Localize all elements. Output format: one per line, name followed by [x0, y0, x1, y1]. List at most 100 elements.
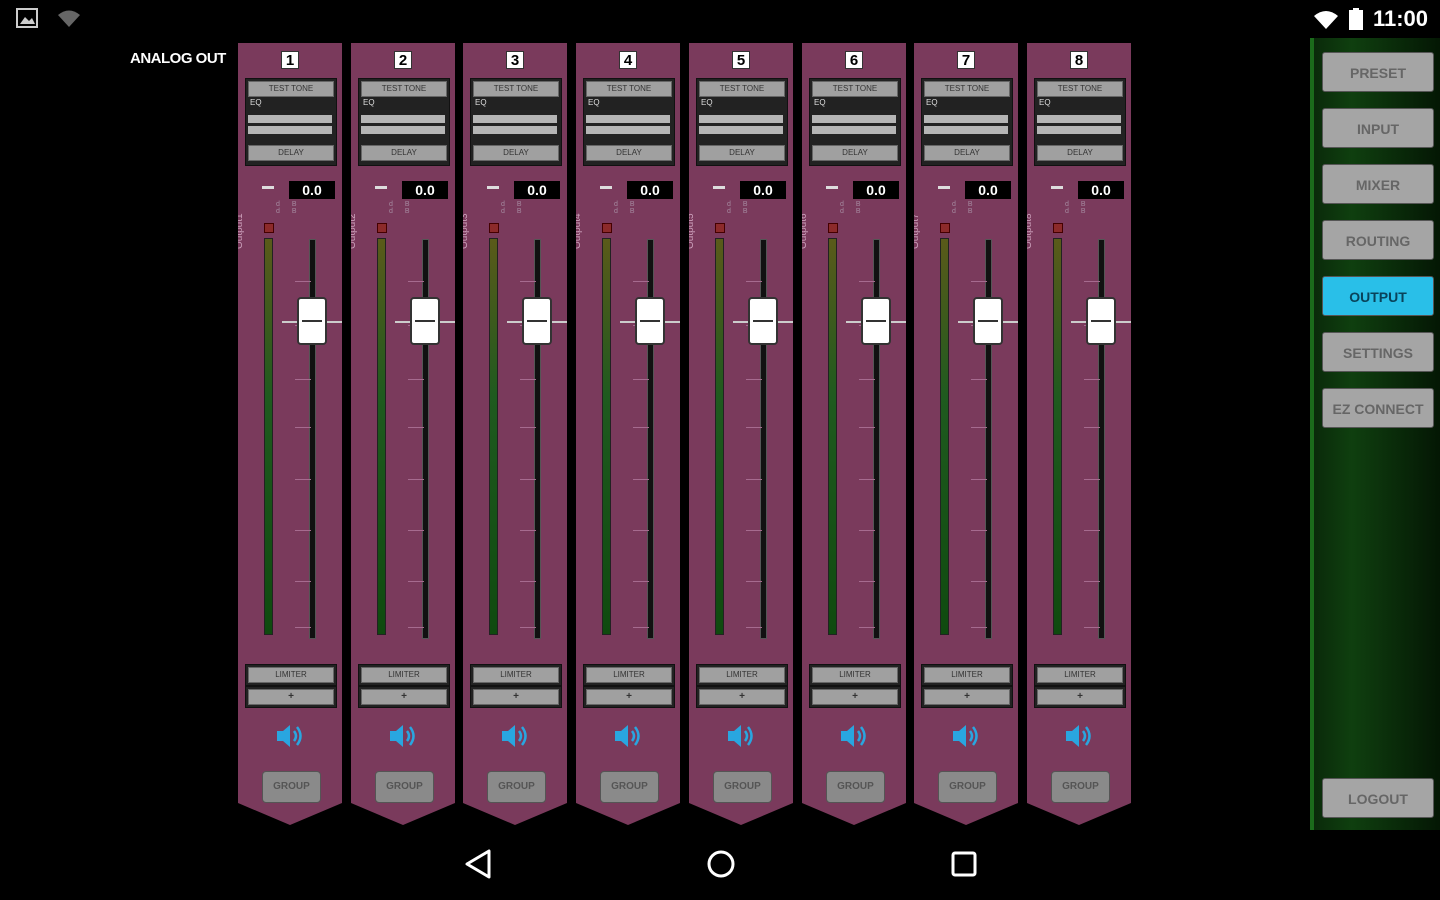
fader-tick — [408, 427, 424, 428]
nav-input-button[interactable]: INPUT — [1322, 108, 1434, 148]
speaker-icon[interactable] — [274, 721, 306, 751]
test-tone-button[interactable]: TEST TONE — [473, 81, 559, 97]
eq-bar[interactable] — [473, 115, 557, 123]
add-button[interactable]: + — [358, 686, 450, 708]
eq-bar[interactable] — [361, 115, 445, 123]
eq-bar[interactable] — [924, 126, 1008, 134]
group-button[interactable]: GROUP — [713, 771, 772, 803]
channel-number: 5 — [732, 51, 750, 69]
eq-bar[interactable] — [586, 126, 670, 134]
fader-knob[interactable] — [861, 297, 891, 345]
add-button[interactable]: + — [921, 686, 1013, 708]
add-button[interactable]: + — [1034, 686, 1126, 708]
limiter-button[interactable]: LIMITER — [1034, 664, 1126, 686]
group-button[interactable]: GROUP — [1051, 771, 1110, 803]
limiter-button[interactable]: LIMITER — [921, 664, 1013, 686]
limiter-button[interactable]: LIMITER — [358, 664, 450, 686]
delay-button[interactable]: DELAY — [248, 145, 334, 161]
system-nav-bar — [0, 830, 1440, 900]
delay-button[interactable]: DELAY — [473, 145, 559, 161]
eq-bar[interactable] — [586, 115, 670, 123]
nav-mixer-button[interactable]: MIXER — [1322, 164, 1434, 204]
test-tone-button[interactable]: TEST TONE — [924, 81, 1010, 97]
eq-bar[interactable] — [361, 126, 445, 134]
test-tone-button[interactable]: TEST TONE — [248, 81, 334, 97]
speaker-icon[interactable] — [1063, 721, 1095, 751]
limiter-button[interactable]: LIMITER — [470, 664, 562, 686]
eq-bar[interactable] — [248, 126, 332, 134]
add-button[interactable]: + — [470, 686, 562, 708]
db-value[interactable]: 0.0 — [740, 181, 786, 199]
eq-bar[interactable] — [473, 126, 557, 134]
group-button[interactable]: GROUP — [600, 771, 659, 803]
delay-button[interactable]: DELAY — [699, 145, 785, 161]
delay-button[interactable]: DELAY — [586, 145, 672, 161]
eq-bar[interactable] — [699, 126, 783, 134]
fader-tick — [971, 581, 987, 582]
group-button[interactable]: GROUP — [487, 771, 546, 803]
group-button[interactable]: GROUP — [938, 771, 997, 803]
fader-tick — [520, 281, 536, 282]
nav-preset-button[interactable]: PRESET — [1322, 52, 1434, 92]
speaker-icon[interactable] — [612, 721, 644, 751]
back-icon[interactable] — [464, 848, 492, 880]
test-tone-button[interactable]: TEST TONE — [1037, 81, 1123, 97]
limiter-button[interactable]: LIMITER — [245, 664, 337, 686]
eq-bar[interactable] — [812, 126, 896, 134]
add-button[interactable]: + — [583, 686, 675, 708]
test-tone-button[interactable]: TEST TONE — [361, 81, 447, 97]
speaker-icon[interactable] — [387, 721, 419, 751]
limiter-button[interactable]: LIMITER — [809, 664, 901, 686]
nav-ez-connect-button[interactable]: EZ CONNECT — [1322, 388, 1434, 428]
fader-knob[interactable] — [522, 297, 552, 345]
home-icon[interactable] — [706, 848, 736, 880]
output-label: Output7 — [910, 213, 921, 249]
nav-settings-button[interactable]: SETTINGS — [1322, 332, 1434, 372]
test-tone-button[interactable]: TEST TONE — [586, 81, 672, 97]
db-value[interactable]: 0.0 — [627, 181, 673, 199]
fader-knob[interactable] — [410, 297, 440, 345]
nav-output-button[interactable]: OUTPUT — [1322, 276, 1434, 316]
speaker-icon[interactable] — [725, 721, 757, 751]
eq-bar[interactable] — [1037, 126, 1121, 134]
logout-button[interactable]: LOGOUT — [1322, 778, 1434, 818]
fader-knob[interactable] — [748, 297, 778, 345]
group-button[interactable]: GROUP — [826, 771, 885, 803]
group-button[interactable]: GROUP — [375, 771, 434, 803]
db-value[interactable]: 0.0 — [853, 181, 899, 199]
delay-button[interactable]: DELAY — [812, 145, 898, 161]
eq-bar[interactable] — [1037, 115, 1121, 123]
speaker-icon[interactable] — [838, 721, 870, 751]
test-tone-button[interactable]: TEST TONE — [812, 81, 898, 97]
add-button[interactable]: + — [809, 686, 901, 708]
db-dash — [600, 186, 612, 189]
fader-knob[interactable] — [1086, 297, 1116, 345]
group-button[interactable]: GROUP — [262, 771, 321, 803]
db-value[interactable]: 0.0 — [402, 181, 448, 199]
eq-bar[interactable] — [248, 115, 332, 123]
eq-bar[interactable] — [812, 115, 896, 123]
speaker-icon[interactable] — [499, 721, 531, 751]
delay-button[interactable]: DELAY — [1037, 145, 1123, 161]
limiter-button[interactable]: LIMITER — [696, 664, 788, 686]
speaker-icon[interactable] — [950, 721, 982, 751]
db-value[interactable]: 0.0 — [514, 181, 560, 199]
fader-knob[interactable] — [635, 297, 665, 345]
test-tone-button[interactable]: TEST TONE — [699, 81, 785, 97]
limiter-button[interactable]: LIMITER — [583, 664, 675, 686]
eq-bar[interactable] — [699, 115, 783, 123]
delay-button[interactable]: DELAY — [924, 145, 1010, 161]
eq-bar[interactable] — [924, 115, 1008, 123]
nav-routing-button[interactable]: ROUTING — [1322, 220, 1434, 260]
db-value[interactable]: 0.0 — [1078, 181, 1124, 199]
fader-knob[interactable] — [297, 297, 327, 345]
fader-knob[interactable] — [973, 297, 1003, 345]
recents-icon[interactable] — [950, 848, 978, 880]
add-button[interactable]: + — [245, 686, 337, 708]
db-value[interactable]: 0.0 — [965, 181, 1011, 199]
db-unit-labels: dB dB — [276, 201, 309, 215]
add-button[interactable]: + — [696, 686, 788, 708]
db-value[interactable]: 0.0 — [289, 181, 335, 199]
fader-tick — [971, 427, 987, 428]
delay-button[interactable]: DELAY — [361, 145, 447, 161]
